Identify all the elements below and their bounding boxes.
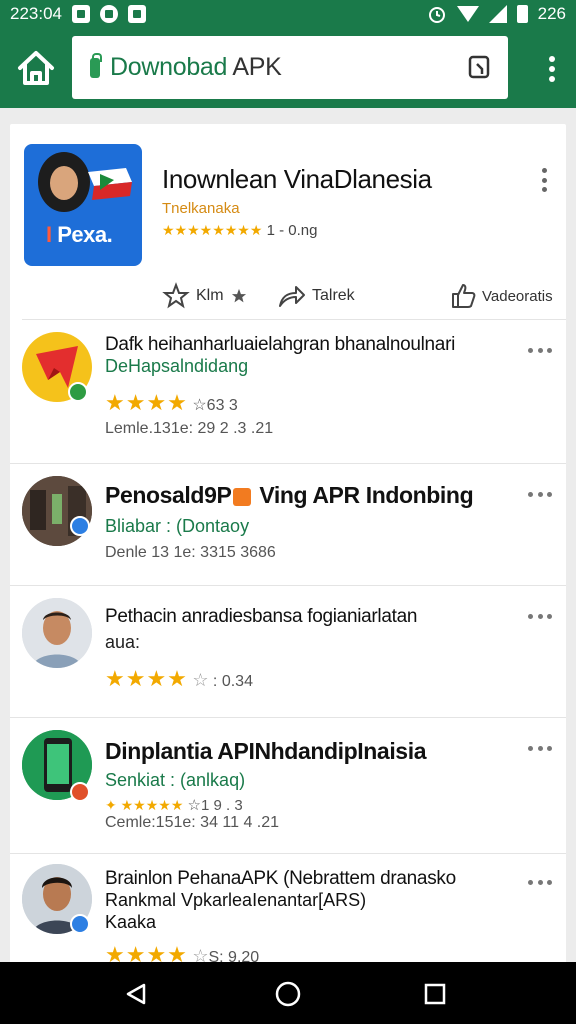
item-title[interactable]: Pethacin anradiesbansa fogianiarlatan [105, 606, 417, 628]
status-bar: 223:04 226 [0, 0, 576, 28]
star-icon [231, 288, 246, 303]
item-meta: Lemle.131e: 29 2 .3 .21 [105, 420, 274, 437]
battery-icon [516, 5, 528, 23]
rating-stars: ★★★★ [105, 666, 188, 691]
featured-app-card[interactable]: I Pexa. Inownlean VinaDlanesia Tnelkanak… [22, 134, 566, 320]
tabs-icon[interactable] [468, 55, 492, 81]
share-icon [279, 286, 305, 307]
browser-toolbar: Downobad APK [0, 28, 576, 108]
star-outline-icon: ☆ [192, 670, 209, 690]
item-title[interactable]: Dafk heihanharluaielahgran bhanalnoulnar… [105, 334, 455, 356]
more-options-icon[interactable] [528, 348, 552, 354]
app-icon-brand: I Pexa. [46, 222, 113, 247]
list-item[interactable]: Penosald9P Ving APR Indonbing Bliabar : … [10, 464, 566, 586]
avatar [38, 152, 90, 212]
overflow-menu-icon[interactable] [548, 56, 556, 82]
item-subtitle: aua: [105, 632, 141, 652]
item-subtitle[interactable]: DeHapsalndidang [105, 356, 248, 377]
item-rating: ★★★★ ☆ : 0.34 [105, 666, 253, 691]
item-rating: ★★★★ ☆S: 9.20 [105, 942, 259, 964]
more-options-icon[interactable] [528, 492, 552, 498]
item-title[interactable]: Dinplantia APINhdandipInaisia [105, 738, 426, 765]
item-title[interactable]: Brainlon PehanaAPK (Nebrattem dranasko [105, 868, 456, 890]
status-right-text: 226 [537, 4, 566, 23]
status-time: 223:04 [10, 4, 62, 23]
item-subtitle: Rankmal VpkarleaIenantar[ARS) [105, 890, 367, 910]
address-bar-text: Downobad APK [110, 53, 282, 81]
star-outline-icon [162, 282, 190, 309]
recents-icon[interactable] [423, 982, 447, 1006]
more-options-icon[interactable] [528, 746, 552, 752]
back-icon[interactable] [124, 982, 148, 1006]
mail-icon [72, 5, 90, 23]
verified-badge-icon [70, 914, 90, 934]
page-content: I Pexa. Inownlean VinaDlanesia Tnelkanak… [10, 124, 566, 964]
list-item[interactable]: Dafk heihanharluaielahgran bhanalnoulnar… [10, 322, 566, 464]
app-icon[interactable]: I Pexa. [24, 144, 142, 266]
camera-icon [128, 5, 146, 23]
flag-icon [88, 168, 132, 200]
home-icon[interactable] [14, 46, 58, 90]
system-nav-bar [0, 962, 576, 1024]
featured-actions: Klm Talrek Vadeoratis [162, 282, 562, 312]
list-item[interactable]: Dinplantia APINhdandipInaisia Senkiat : … [10, 718, 566, 854]
rating-stars: ★★★★★★★★ [162, 222, 263, 238]
item-meta: Cemle:151e: 34 11 4 .21 [105, 814, 280, 831]
more-options-icon[interactable] [542, 168, 548, 192]
featured-subtitle: Tnelkanaka [162, 200, 240, 217]
item-subtitle[interactable]: Senkiat : (anlkaq) [105, 770, 245, 791]
item-subtitle[interactable]: Bliabar : (Dontaoy [105, 516, 249, 537]
item-rating: ✦ ★★★★★ ☆1 9 . 3 [105, 797, 243, 814]
avatar [22, 598, 92, 668]
signal-icon [488, 5, 507, 23]
item-rating: ★★★★ ☆63 3 [105, 390, 238, 415]
like-button[interactable]: Klm [162, 282, 248, 310]
app-badge-icon [70, 782, 90, 802]
featured-title[interactable]: Inownlean VinaDlanesia [162, 164, 432, 195]
home-circle-icon[interactable] [274, 980, 302, 1008]
wifi-icon [456, 6, 479, 22]
item-subtitle-extra: Kaaka [105, 912, 157, 932]
more-options-icon[interactable] [528, 880, 552, 886]
item-meta: Denle 13 1e: 3315 3686 [105, 544, 276, 561]
rating-stars: ✦ ★★★★★ [105, 797, 184, 813]
list-item[interactable]: Pethacin anradiesbansa fogianiarlatan au… [10, 586, 566, 718]
alarm-icon [428, 7, 445, 23]
rating-stars: ★★★★ [105, 942, 188, 964]
item-title[interactable]: Penosald9P Ving APR Indonbing [105, 482, 474, 509]
featured-rating: ★★★★★★★★ 1 - 0.ng [162, 222, 318, 239]
thumbs-up-icon [452, 284, 476, 308]
rate-button[interactable]: Vadeoratis [450, 282, 553, 310]
messenger-icon [100, 5, 118, 23]
share-button[interactable]: Talrek [276, 282, 355, 310]
list-item[interactable]: Brainlon PehanaAPK (Nebrattem dranasko R… [10, 854, 566, 964]
lock-icon [90, 52, 102, 78]
flame-icon [233, 487, 252, 506]
address-bar[interactable]: Downobad APK [72, 36, 508, 99]
more-options-icon[interactable] [528, 614, 552, 620]
verified-badge-icon [68, 382, 88, 402]
rating-stars: ★★★★ [105, 390, 188, 415]
verified-badge-icon [70, 516, 90, 536]
